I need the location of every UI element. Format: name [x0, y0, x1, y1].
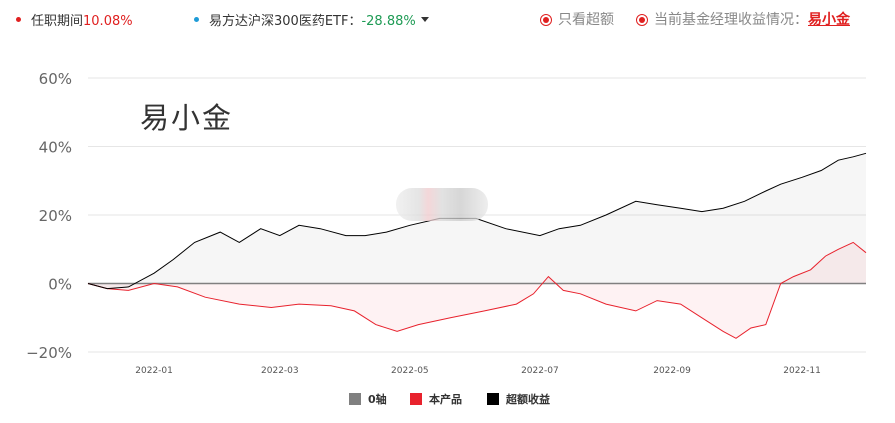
x-tick-label: 2022-09 — [653, 366, 691, 376]
blurred-logo — [396, 188, 488, 221]
watermark: 易小金 — [140, 101, 234, 135]
x-tick-label: 2022-03 — [261, 366, 299, 376]
x-tick-label: 2022-01 — [135, 366, 173, 376]
legend-swatch-excess — [487, 393, 499, 405]
y-tick-label: 0% — [48, 276, 72, 294]
legend-label: 0轴 — [368, 393, 387, 406]
legend-label: 本产品 — [429, 393, 462, 406]
x-axis-ticks: 2022-01 2022-03 2022-05 2022-07 2022-09 2022-… — [135, 366, 821, 376]
y-tick-label: 60% — [39, 70, 72, 88]
x-tick-label: 2022-07 — [521, 366, 559, 376]
legend-label: 超额收益 — [506, 393, 550, 406]
series-areas — [88, 153, 866, 339]
chart-legend: 0轴 本产品 超额收益 — [0, 391, 895, 409]
y-tick-label: 40% — [39, 139, 72, 157]
series-area — [88, 153, 866, 288]
x-tick-label: 2022-11 — [783, 366, 821, 376]
y-tick-label: −20% — [26, 344, 72, 362]
legend-swatch-product — [410, 393, 422, 405]
legend-swatch-zero-axis — [349, 393, 361, 405]
y-tick-label: 20% — [39, 207, 72, 225]
y-axis-ticks: 60% 40% 20% 0% −20% — [26, 70, 72, 362]
legend-item-zero-axis[interactable]: 0轴 — [349, 391, 387, 407]
legend-item-excess[interactable]: 超额收益 — [487, 391, 550, 407]
legend-item-product[interactable]: 本产品 — [410, 391, 462, 407]
x-tick-label: 2022-05 — [391, 366, 429, 376]
